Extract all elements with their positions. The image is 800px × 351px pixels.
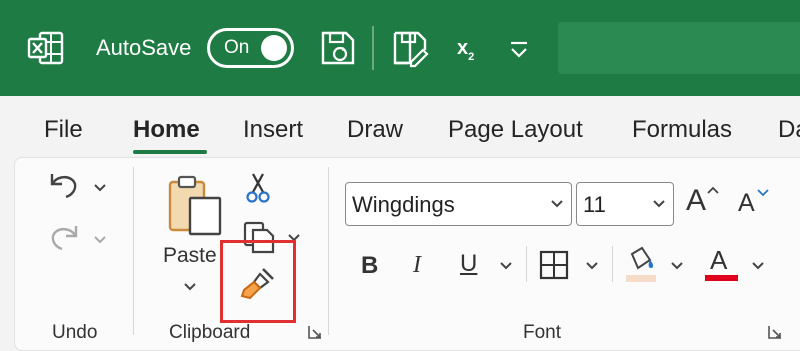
font-group-separator <box>526 246 527 282</box>
active-tab-indicator <box>133 150 207 154</box>
paste-dropdown-icon[interactable] <box>184 283 196 291</box>
autosave-state: On <box>224 37 250 58</box>
grow-arrow-icon <box>707 186 719 194</box>
format-painter-highlight <box>220 240 296 323</box>
autosave-toggle[interactable]: On <box>207 28 294 68</box>
group-separator <box>133 167 134 335</box>
grow-font-glyph: A <box>686 184 707 217</box>
font-color-glyph: A <box>710 245 728 275</box>
clipboard-launcher-icon[interactable] <box>307 324 323 340</box>
tab-insert[interactable]: Insert <box>243 116 303 144</box>
undo-icon[interactable] <box>48 170 80 200</box>
chevron-down-icon <box>551 200 563 208</box>
italic-button[interactable]: I <box>413 252 421 279</box>
subscript-digit: 2 <box>468 51 475 63</box>
excel-icon[interactable] <box>26 30 66 66</box>
undo-dropdown-icon[interactable] <box>94 184 106 192</box>
toggle-knob <box>261 35 287 61</box>
search-box[interactable] <box>558 22 800 74</box>
customize-qat-icon[interactable] <box>505 30 533 66</box>
title-bar: AutoSave On x2 <box>0 0 800 96</box>
font-group-label: Font <box>523 322 562 343</box>
underline-button[interactable]: U <box>460 250 477 278</box>
subscript-icon[interactable]: x2 <box>457 37 475 63</box>
font-color-dropdown-icon[interactable] <box>752 262 764 270</box>
save-icon[interactable] <box>318 28 358 68</box>
tab-home[interactable]: Home <box>133 116 200 144</box>
undo-group-label: Undo <box>52 322 98 343</box>
borders-icon[interactable] <box>539 250 569 280</box>
underline-dropdown-icon[interactable] <box>500 262 512 270</box>
font-size-select[interactable]: 11 <box>576 182 674 226</box>
cut-icon[interactable] <box>244 172 272 204</box>
font-size-value: 11 <box>583 192 606 217</box>
grow-font-button[interactable]: A <box>686 184 722 220</box>
bold-button[interactable]: B <box>361 252 378 280</box>
paste-icon[interactable] <box>164 174 226 238</box>
font-name-value: Wingdings <box>352 192 455 217</box>
font-name-select[interactable]: Wingdings <box>345 182 572 226</box>
font-group-separator <box>612 246 613 282</box>
shrink-arrow-icon <box>757 189 769 197</box>
chevron-down-icon <box>653 200 665 208</box>
fill-color-dropdown-icon[interactable] <box>671 262 683 270</box>
autosave-label: AutoSave <box>96 35 192 60</box>
toolbar-separator <box>372 26 374 70</box>
font-color-swatch <box>705 275 738 281</box>
save-edit-icon[interactable] <box>390 28 430 68</box>
font-color-button[interactable]: A <box>705 245 739 284</box>
tab-formulas[interactable]: Formulas <box>632 116 732 144</box>
clipboard-group-label: Clipboard <box>169 322 251 343</box>
borders-dropdown-icon[interactable] <box>586 262 598 270</box>
shrink-font-glyph: A <box>738 189 755 217</box>
fill-color-icon[interactable] <box>624 246 658 284</box>
subscript-x: x <box>457 37 469 59</box>
font-launcher-icon[interactable] <box>767 324 783 340</box>
shrink-font-button[interactable]: A <box>738 186 774 222</box>
tab-page-layout[interactable]: Page Layout <box>448 116 583 144</box>
tab-draw[interactable]: Draw <box>347 116 403 144</box>
group-separator <box>328 167 329 335</box>
redo-dropdown-icon[interactable] <box>94 236 106 244</box>
ribbon-tabs: File Home Insert Draw Page Layout Formul… <box>0 96 800 158</box>
paste-label[interactable]: Paste <box>163 244 217 268</box>
redo-icon[interactable] <box>48 222 80 252</box>
tab-data[interactable]: Da <box>778 116 800 144</box>
tab-file[interactable]: File <box>44 116 83 144</box>
